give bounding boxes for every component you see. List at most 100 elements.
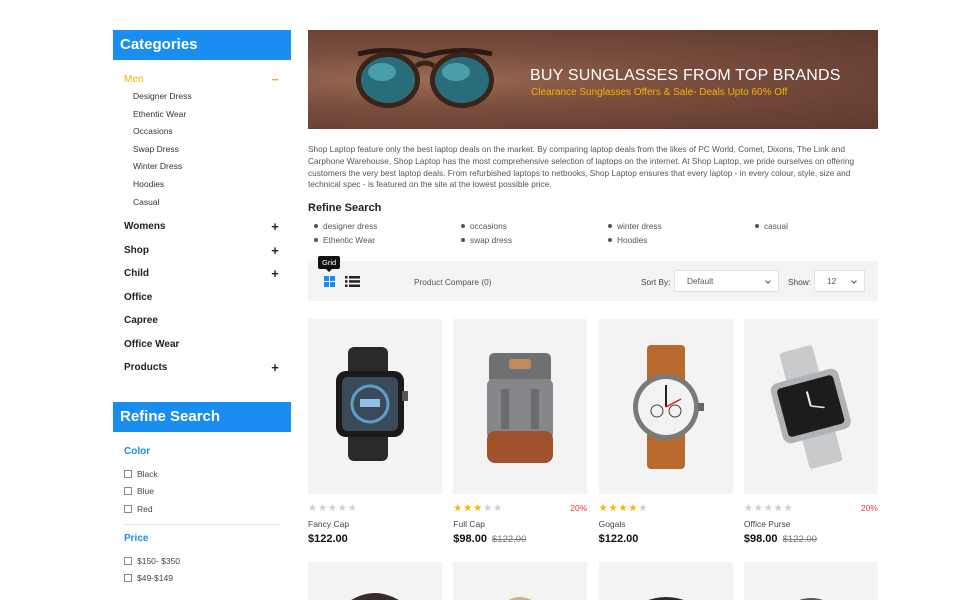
subcategory-item[interactable]: Hoodies bbox=[133, 176, 280, 194]
product-image[interactable] bbox=[308, 319, 442, 494]
list-view-icon[interactable] bbox=[345, 276, 360, 287]
category-description: Shop Laptop feature only the best laptop… bbox=[308, 144, 855, 190]
refine-tag[interactable]: Ethentic Wear bbox=[314, 235, 461, 245]
category-label: Child bbox=[124, 268, 149, 280]
star-icon: ★ bbox=[327, 502, 338, 514]
filter-price-range[interactable]: $49-$149 bbox=[124, 569, 280, 587]
subcategory-item[interactable]: Occasions bbox=[133, 123, 280, 141]
expand-icon[interactable]: + bbox=[270, 360, 280, 375]
expand-icon[interactable]: + bbox=[270, 266, 280, 281]
bullet-icon bbox=[608, 238, 612, 242]
checkbox[interactable] bbox=[124, 504, 132, 513]
sort-by-label: Sort By: bbox=[641, 277, 671, 287]
product-card[interactable]: ★★★★★ 20% Full Cap $98.00 $122.00 bbox=[453, 319, 588, 545]
checkbox[interactable] bbox=[124, 574, 132, 583]
category-men[interactable]: Men − bbox=[124, 70, 280, 88]
refine-tag[interactable]: Hoodies bbox=[608, 235, 755, 245]
subcategory-item[interactable]: Casual bbox=[133, 194, 280, 212]
checkbox[interactable] bbox=[124, 556, 132, 565]
filter-price-range[interactable]: $150- $350 bbox=[124, 552, 280, 570]
category-office[interactable]: Office bbox=[124, 286, 280, 310]
expand-icon[interactable]: + bbox=[270, 219, 280, 234]
category-capree[interactable]: Capree bbox=[124, 309, 280, 333]
subcategory-item[interactable]: Ethentic Wear bbox=[133, 106, 280, 124]
refine-tag[interactable]: winter dress bbox=[608, 221, 755, 231]
collapse-icon[interactable]: − bbox=[270, 72, 280, 87]
product-image[interactable] bbox=[743, 319, 878, 494]
sort-by-select[interactable]: Default bbox=[674, 270, 779, 292]
subcategory-item[interactable]: Designer Dress bbox=[133, 88, 280, 106]
show-label: Show: bbox=[788, 277, 812, 287]
category-label: Shop bbox=[124, 244, 149, 256]
subcategory-item[interactable]: Winter Dress bbox=[133, 158, 280, 176]
subcategory-item[interactable]: Swap Dress bbox=[133, 141, 280, 159]
refine-tag[interactable]: casual bbox=[755, 221, 875, 231]
product-card[interactable]: ★★★★★ Fancy Cap $122.00 bbox=[308, 319, 442, 545]
discount-badge: 20% bbox=[570, 503, 588, 513]
product-price-row: $98.00 $122.00 bbox=[744, 533, 878, 545]
bullet-icon bbox=[314, 238, 318, 242]
product-compare-link[interactable]: Product Compare (0) bbox=[414, 277, 491, 287]
star-icon: ★ bbox=[608, 502, 619, 514]
wristwatch-image bbox=[632, 345, 704, 469]
backpack-image bbox=[487, 353, 554, 463]
product-name[interactable]: Gogals bbox=[599, 519, 733, 529]
refine-tag[interactable]: swap dress bbox=[461, 235, 608, 245]
bullet-icon bbox=[314, 224, 318, 228]
star-icon: ★ bbox=[347, 502, 358, 514]
product-name[interactable]: Fancy Cap bbox=[308, 519, 442, 529]
refine-tag[interactable]: occasions bbox=[461, 221, 608, 231]
filter-color-red[interactable]: Red bbox=[124, 500, 280, 518]
filter-color-black[interactable]: Black bbox=[124, 465, 280, 483]
show-count-select[interactable]: 12 bbox=[814, 270, 865, 292]
product-meta: ★★★★★ bbox=[599, 502, 733, 514]
category-products[interactable]: Products + bbox=[124, 356, 280, 380]
star-icon: ★ bbox=[453, 502, 464, 514]
promo-banner[interactable]: BUY SUNGLASSES FROM TOP BRANDS Clearance… bbox=[308, 30, 878, 129]
product-image[interactable] bbox=[598, 562, 733, 600]
filter-label: Blue bbox=[137, 486, 155, 497]
product-grid: ★★★★★ Fancy Cap $122.00 ★★★★★ 20% Full C… bbox=[308, 319, 878, 545]
tag-label: winter dress bbox=[617, 221, 662, 231]
show-value: 12 bbox=[827, 276, 837, 286]
product-image[interactable] bbox=[308, 562, 442, 600]
star-icon: ★ bbox=[638, 502, 649, 514]
filter-label: $49-$149 bbox=[137, 573, 173, 584]
rating-stars: ★★★★★ bbox=[599, 503, 649, 514]
category-child[interactable]: Child + bbox=[124, 262, 280, 286]
expand-icon[interactable]: + bbox=[270, 243, 280, 258]
product-image[interactable] bbox=[453, 562, 588, 600]
filter-color-blue[interactable]: Blue bbox=[124, 483, 280, 501]
refine-search-title: Refine Search bbox=[113, 402, 291, 432]
star-icon: ★ bbox=[317, 502, 328, 514]
tag-label: Ethentic Wear bbox=[323, 235, 375, 245]
tag-label: Hoodies bbox=[617, 235, 648, 245]
product-card[interactable]: ★★★★★ Gogals $122.00 bbox=[598, 319, 733, 545]
product-card[interactable]: ★★★★★ 20% Office Purse $98.00 $122.00 bbox=[743, 319, 878, 545]
checkbox[interactable] bbox=[124, 487, 132, 496]
star-icon: ★ bbox=[753, 502, 764, 514]
product-image[interactable] bbox=[743, 562, 878, 600]
categories-title: Categories bbox=[113, 30, 291, 60]
checkbox[interactable] bbox=[124, 469, 132, 478]
product-price-row: $122.00 bbox=[308, 533, 442, 545]
old-price: $122.00 bbox=[782, 534, 817, 545]
star-icon: ★ bbox=[308, 502, 318, 514]
refine-tag[interactable]: designer dress bbox=[314, 221, 461, 231]
product-name[interactable]: Office Purse bbox=[744, 519, 878, 529]
divider bbox=[124, 523, 280, 525]
product-price-row: $98.00 $122.00 bbox=[453, 533, 587, 545]
product-image[interactable] bbox=[598, 319, 733, 494]
star-icon: ★ bbox=[337, 502, 348, 514]
refine-search-heading: Refine Search bbox=[308, 202, 382, 214]
grid-view-icon[interactable] bbox=[324, 276, 335, 287]
product-image[interactable] bbox=[453, 319, 588, 494]
product-toolbar: Product Compare (0) Sort By: Default Sho… bbox=[308, 261, 878, 301]
category-shop[interactable]: Shop + bbox=[124, 239, 280, 263]
category-womens[interactable]: Womens + bbox=[124, 215, 280, 239]
tag-label: casual bbox=[764, 221, 788, 231]
product-meta: ★★★★★ 20% bbox=[453, 502, 587, 514]
product-name[interactable]: Full Cap bbox=[453, 519, 587, 529]
banner-subtitle: Clearance Sunglasses Offers & Sale- Deal… bbox=[531, 87, 788, 98]
category-office-wear[interactable]: Office Wear bbox=[124, 333, 280, 357]
